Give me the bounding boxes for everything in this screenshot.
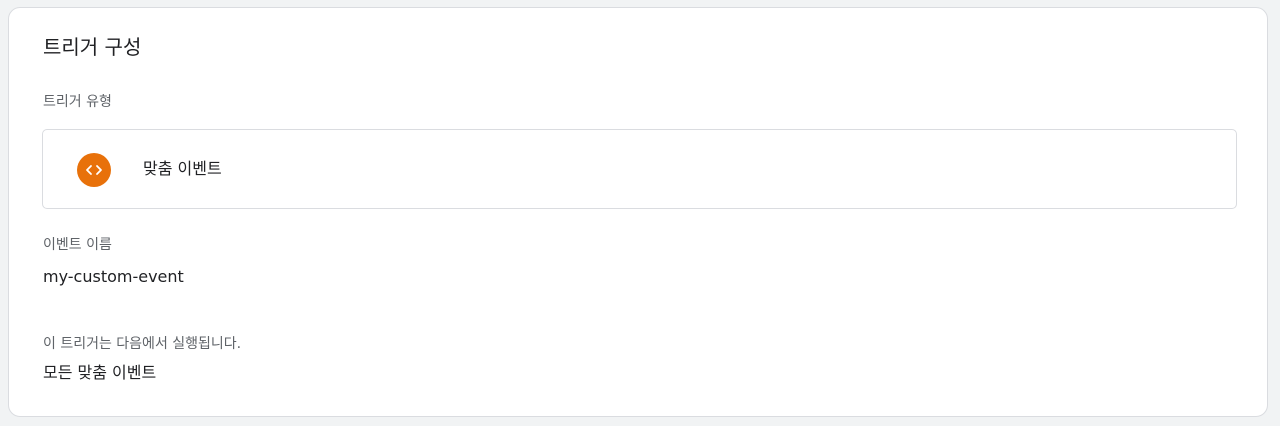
code-brackets-icon (77, 153, 111, 187)
trigger-configuration-card: 트리거 구성 트리거 유형 맞춤 이벤트 이벤트 이름 my-custom-ev… (8, 7, 1268, 417)
fires-on-value: 모든 맞춤 이벤트 (43, 363, 157, 382)
card-title: 트리거 구성 (43, 35, 142, 59)
trigger-type-name: 맞춤 이벤트 (143, 159, 222, 178)
fires-on-label: 이 트리거는 다음에서 실행됩니다. (43, 336, 242, 352)
trigger-type-selector[interactable]: 맞춤 이벤트 (42, 129, 1237, 209)
event-name-label: 이벤트 이름 (43, 237, 112, 253)
trigger-type-label: 트리거 유형 (43, 94, 112, 110)
event-name-value: my-custom-event (43, 267, 184, 286)
